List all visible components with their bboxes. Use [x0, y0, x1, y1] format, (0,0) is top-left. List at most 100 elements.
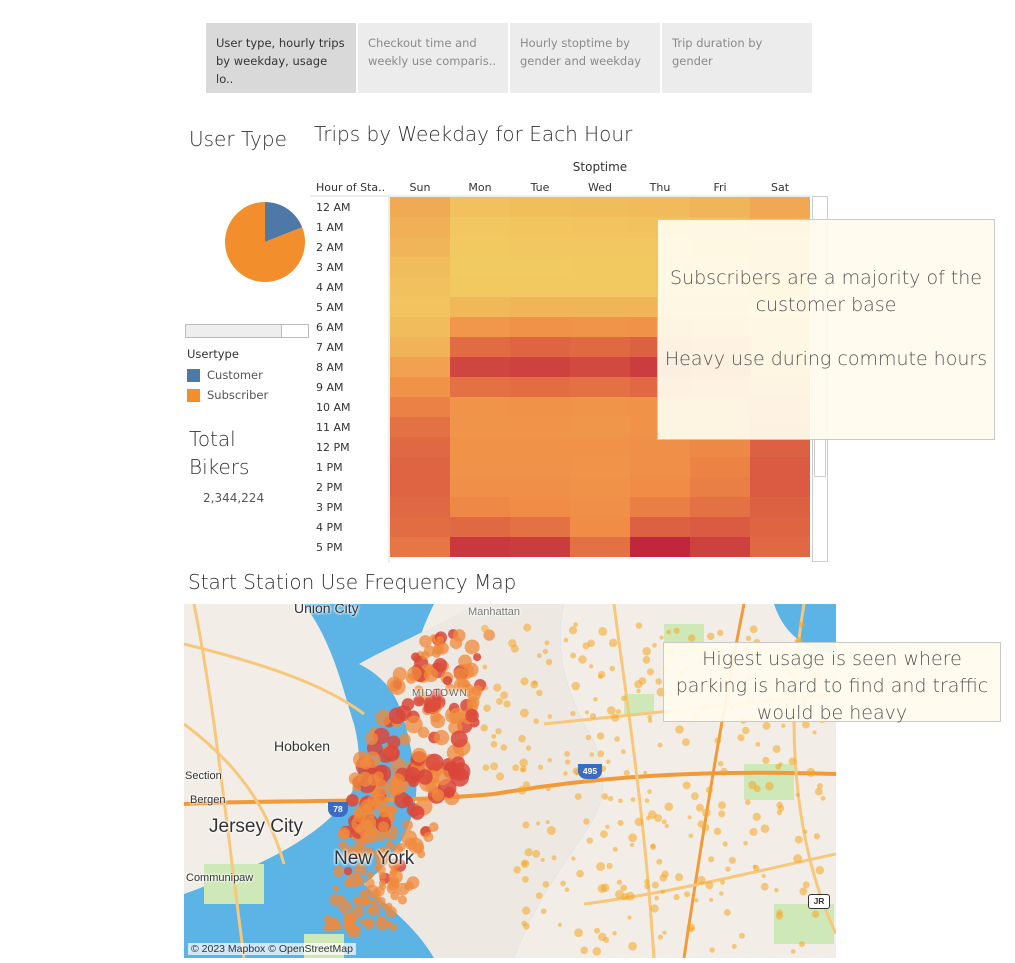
station-dot[interactable]: [586, 837, 594, 844]
station-dot[interactable]: [571, 681, 581, 691]
station-dot[interactable]: [388, 707, 406, 725]
heatmap-cell[interactable]: [690, 477, 750, 497]
station-dot[interactable]: [536, 821, 541, 826]
heatmap-cell[interactable]: [450, 297, 510, 317]
station-dot[interactable]: [616, 879, 623, 885]
heatmap-cell[interactable]: [390, 237, 450, 257]
station-dot[interactable]: [749, 625, 758, 634]
station-dot[interactable]: [615, 708, 622, 715]
station-dot[interactable]: [660, 889, 665, 895]
station-dot[interactable]: [645, 815, 651, 821]
station-dot[interactable]: [564, 887, 570, 893]
station-dot[interactable]: [374, 886, 385, 897]
station-dot[interactable]: [600, 830, 608, 838]
station-dot[interactable]: [353, 897, 362, 905]
station-dot[interactable]: [630, 797, 636, 803]
heatmap-cell[interactable]: [630, 537, 690, 557]
station-dot[interactable]: [713, 827, 722, 836]
heatmap-cell[interactable]: [750, 437, 810, 457]
station-dot[interactable]: [417, 726, 430, 739]
heatmap-cell[interactable]: [570, 537, 630, 557]
station-dot[interactable]: [636, 688, 641, 694]
station-dot[interactable]: [573, 622, 578, 627]
station-dot[interactable]: [450, 730, 468, 748]
station-dot[interactable]: [775, 763, 782, 770]
station-dot[interactable]: [431, 788, 445, 802]
station-dot[interactable]: [657, 742, 663, 748]
heatmap-cell[interactable]: [570, 417, 630, 437]
heatmap-cell[interactable]: [450, 217, 510, 237]
heatmap-cell[interactable]: [510, 317, 570, 337]
station-dot[interactable]: [399, 733, 411, 746]
station-dot[interactable]: [737, 734, 745, 742]
station-dot[interactable]: [656, 858, 663, 865]
station-dot[interactable]: [589, 752, 595, 757]
station-dot[interactable]: [646, 668, 655, 676]
station-dot[interactable]: [682, 781, 691, 790]
station-dot[interactable]: [794, 835, 803, 844]
station-dot[interactable]: [512, 764, 520, 772]
station-dot[interactable]: [574, 793, 582, 801]
station-dot[interactable]: [458, 654, 472, 669]
heatmap-cell[interactable]: [510, 257, 570, 277]
station-dot[interactable]: [723, 909, 731, 916]
heatmap-cell[interactable]: [570, 357, 630, 377]
heatmap-cell[interactable]: [390, 197, 450, 217]
station-dot[interactable]: [611, 713, 620, 722]
station-dot[interactable]: [687, 634, 696, 642]
station-dot[interactable]: [481, 624, 489, 633]
station-dot[interactable]: [366, 906, 374, 914]
day-label-fri[interactable]: Fri: [713, 181, 726, 194]
station-dot[interactable]: [596, 732, 605, 740]
station-dot[interactable]: [442, 675, 453, 686]
map-attribution[interactable]: © 2023 Mapbox © OpenStreetMap: [188, 943, 356, 955]
station-dot[interactable]: [643, 770, 648, 776]
heatmap-cell[interactable]: [570, 477, 630, 497]
hour-label[interactable]: 11 AM: [316, 421, 351, 434]
hour-label[interactable]: 5 AM: [316, 301, 344, 314]
station-dot[interactable]: [774, 887, 779, 893]
station-dot[interactable]: [628, 941, 637, 951]
station-dot[interactable]: [570, 710, 576, 717]
station-dot[interactable]: [673, 627, 680, 634]
heatmap-cell[interactable]: [510, 477, 570, 497]
station-dot[interactable]: [564, 759, 571, 765]
heatmap-cell[interactable]: [750, 497, 810, 517]
heatmap-cell[interactable]: [450, 537, 510, 557]
hour-label[interactable]: 3 AM: [316, 261, 344, 274]
station-dot[interactable]: [448, 763, 466, 781]
heatmap-cell[interactable]: [390, 457, 450, 477]
station-dot[interactable]: [651, 881, 659, 889]
station-dot[interactable]: [381, 903, 389, 911]
station-dot[interactable]: [798, 621, 805, 628]
station-dot[interactable]: [752, 812, 761, 821]
station-dot[interactable]: [388, 923, 398, 932]
station-dot[interactable]: [383, 745, 400, 762]
station-dot[interactable]: [354, 826, 362, 834]
heatmap-cell[interactable]: [630, 477, 690, 497]
station-dot[interactable]: [673, 894, 680, 901]
heatmap-cell[interactable]: [450, 377, 510, 397]
station-dot[interactable]: [520, 765, 527, 773]
station-dot[interactable]: [585, 734, 592, 741]
station-dot[interactable]: [574, 928, 583, 938]
heatmap-cell[interactable]: [450, 417, 510, 437]
station-dot[interactable]: [743, 840, 748, 846]
station-dot[interactable]: [332, 885, 340, 893]
station-dot[interactable]: [664, 823, 669, 829]
station-dot[interactable]: [741, 726, 750, 735]
heatmap-cell[interactable]: [570, 517, 630, 537]
station-dot[interactable]: [705, 786, 714, 794]
station-dot[interactable]: [364, 731, 379, 745]
station-dot[interactable]: [540, 908, 547, 915]
station-dot[interactable]: [580, 946, 588, 955]
station-dot[interactable]: [681, 738, 690, 747]
hour-label[interactable]: 1 PM: [316, 461, 343, 474]
station-dot[interactable]: [820, 795, 826, 801]
station-dot[interactable]: [755, 741, 761, 747]
heatmap-cell[interactable]: [390, 437, 450, 457]
station-dot[interactable]: [775, 911, 784, 920]
tab-trip-duration[interactable]: Trip duration by gender: [662, 23, 812, 93]
station-dot[interactable]: [402, 819, 413, 831]
day-label-mon[interactable]: Mon: [468, 181, 491, 194]
